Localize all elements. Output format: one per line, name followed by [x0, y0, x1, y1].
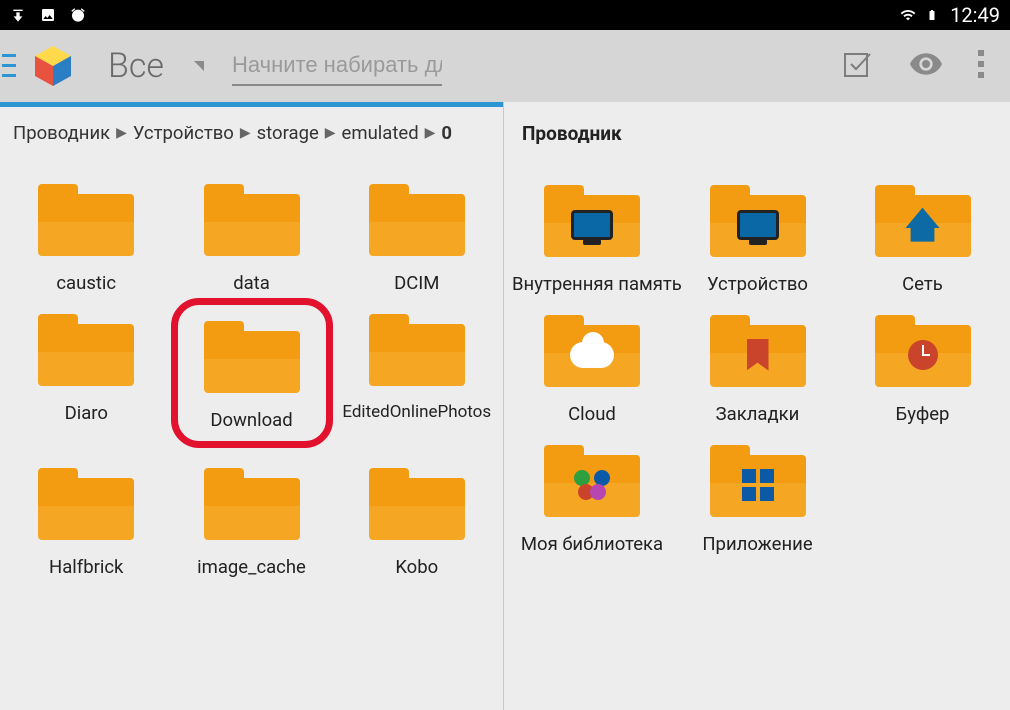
folder-icon	[369, 468, 465, 540]
bookmark-icon	[747, 339, 769, 371]
network-icon	[906, 208, 940, 242]
folder-icon	[544, 315, 640, 387]
folder-label: Halfbrick	[49, 556, 123, 578]
folder-item[interactable]: Kobo	[339, 468, 496, 578]
folder-label: EditedOnlinePhotos	[342, 402, 491, 422]
monitor-icon	[571, 210, 613, 240]
location-label: Закладки	[716, 403, 800, 425]
location-label: Приложение	[702, 533, 812, 555]
image-status-icon	[40, 7, 56, 23]
breadcrumb-segment[interactable]: 0	[441, 122, 452, 144]
breadcrumb-segment[interactable]: storage	[257, 122, 319, 144]
app-header: Все	[0, 30, 1010, 102]
location-item[interactable]: Приложение	[678, 445, 837, 555]
folder-label: Download	[204, 409, 300, 431]
battery-status-icon	[926, 6, 938, 24]
wifi-status-icon	[898, 7, 918, 23]
folder-icon	[710, 185, 806, 257]
search-input[interactable]	[232, 46, 442, 86]
lib-icon	[574, 470, 610, 500]
clock-icon	[908, 340, 938, 370]
folder-label: Diaro	[65, 402, 108, 424]
folder-icon	[38, 314, 134, 386]
android-status-bar: 12:49	[0, 0, 1010, 30]
location-label: Сеть	[902, 273, 943, 295]
folder-icon	[544, 185, 640, 257]
location-item[interactable]: Внутренняя память	[512, 185, 672, 295]
right-pane: Проводник Внутренняя память Устройство Сет…	[504, 102, 1010, 710]
location-item[interactable]: Сеть	[843, 185, 1002, 295]
select-mode-button[interactable]	[844, 51, 874, 81]
monitor-icon	[737, 210, 779, 240]
filter-dropdown-icon[interactable]	[194, 61, 204, 71]
folder-icon	[544, 445, 640, 517]
breadcrumb-segment[interactable]: Проводник	[13, 122, 110, 144]
folder-icon	[369, 184, 465, 256]
folder-item[interactable]: Download	[171, 314, 333, 448]
cloud-icon	[570, 342, 614, 368]
highlight-annotation: Download	[171, 298, 333, 448]
app-logo[interactable]	[18, 30, 88, 102]
chevron-right-icon: ▶	[425, 125, 436, 141]
folder-label: caustic	[56, 272, 116, 294]
right-location-grid: Внутренняя память Устройство Сеть Cloud Закл…	[504, 155, 1010, 571]
location-item[interactable]: Моя библиотека	[512, 445, 672, 555]
folder-label: data	[233, 272, 270, 294]
location-item[interactable]: Буфер	[843, 315, 1002, 425]
folder-icon	[875, 315, 971, 387]
folder-icon	[204, 321, 300, 393]
location-label: Буфер	[896, 403, 950, 425]
hamburger-menu-button[interactable]	[0, 30, 18, 102]
folder-icon	[710, 315, 806, 387]
left-folder-grid: caustic data DCIM Diaro Download EditedOnline…	[0, 154, 503, 594]
location-item[interactable]: Cloud	[512, 315, 672, 425]
visibility-button[interactable]	[910, 53, 942, 79]
folder-label: image_cache	[197, 556, 306, 578]
folder-icon	[369, 314, 465, 386]
folder-icon	[38, 468, 134, 540]
folder-icon	[38, 184, 134, 256]
folder-item[interactable]: image_cache	[171, 468, 333, 578]
location-label: Внутренняя память	[512, 273, 672, 295]
folder-item[interactable]: EditedOnlinePhotos	[339, 314, 496, 448]
breadcrumb-segment[interactable]: emulated	[342, 122, 419, 144]
folder-icon	[875, 185, 971, 257]
search-box[interactable]	[232, 46, 442, 86]
right-pane-title: Проводник	[504, 102, 1010, 155]
folder-icon	[204, 468, 300, 540]
breadcrumb-segment[interactable]: Устройство	[133, 122, 234, 144]
breadcrumb: Проводник ▶ Устройство ▶ storage ▶ emulated ▶ 0	[0, 102, 503, 154]
folder-icon	[204, 184, 300, 256]
folder-label: Kobo	[395, 556, 438, 578]
status-time: 12:49	[950, 3, 1000, 27]
folder-label: DCIM	[394, 272, 439, 294]
location-label: Моя библиотека	[521, 533, 663, 555]
location-item[interactable]: Устройство	[678, 185, 837, 295]
folder-item[interactable]: Diaro	[8, 314, 165, 448]
folder-item[interactable]: DCIM	[339, 184, 496, 294]
folder-item[interactable]: Halfbrick	[8, 468, 165, 578]
alarm-status-icon	[70, 7, 86, 23]
filter-label[interactable]: Все	[108, 46, 164, 86]
left-pane: Проводник▶Устройство▶storage▶emulated▶0 …	[0, 102, 504, 710]
location-label: Устройство	[707, 273, 808, 295]
chevron-right-icon: ▶	[325, 125, 336, 141]
apps-icon	[742, 469, 774, 501]
chevron-right-icon: ▶	[240, 125, 251, 141]
main-area: Проводник▶Устройство▶storage▶emulated▶0 …	[0, 102, 1010, 710]
download-status-icon	[10, 7, 26, 23]
chevron-right-icon: ▶	[116, 125, 127, 141]
location-item[interactable]: Закладки	[678, 315, 837, 425]
overflow-menu-button[interactable]	[978, 50, 986, 82]
location-label: Cloud	[568, 403, 616, 425]
folder-item[interactable]: caustic	[8, 184, 165, 294]
folder-item[interactable]: data	[171, 184, 333, 294]
folder-icon	[710, 445, 806, 517]
